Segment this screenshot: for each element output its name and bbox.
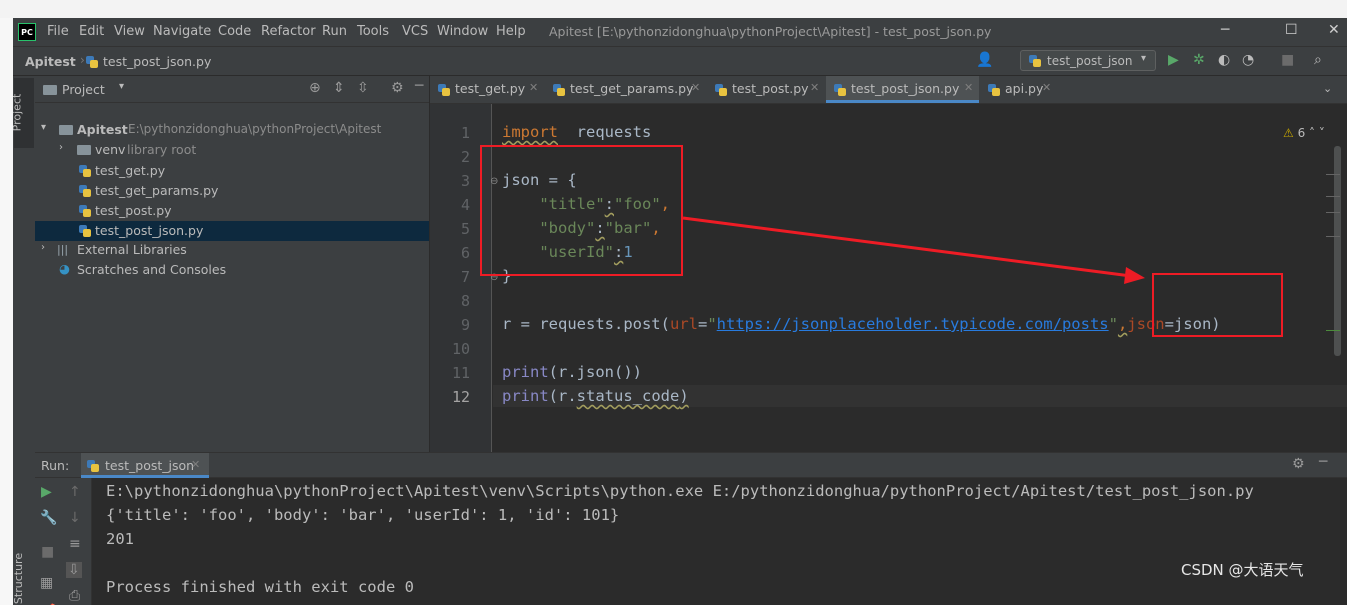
print-icon[interactable]: ⎙ xyxy=(69,588,80,604)
run-panel-label: Run: xyxy=(41,458,70,473)
arrow-down-icon[interactable]: ↓ xyxy=(69,510,81,526)
run-toolbar-right: ↑ ↓ ≡ ⇩ ⎙ xyxy=(61,478,92,605)
console-line: {'title': 'foo', 'body': 'bar', 'userId'… xyxy=(106,506,620,524)
run-toolbar-left: ▶ 🔧 ■ ▦ 📌 xyxy=(35,478,62,605)
rerun-icon[interactable]: ▶ xyxy=(41,484,52,500)
hide-panel-icon[interactable]: ─ xyxy=(1319,454,1327,470)
run-tab[interactable]: test_post_json ✕ xyxy=(81,453,209,478)
scroll-to-end-icon[interactable]: ⇩ xyxy=(66,562,82,578)
close-tab-icon[interactable]: ✕ xyxy=(191,458,200,471)
python-file-icon xyxy=(87,460,99,472)
console-line: E:\pythonzidonghua\pythonProject\Apitest… xyxy=(106,482,1254,500)
background-strip xyxy=(0,0,1347,18)
stop-icon[interactable]: ■ xyxy=(41,544,54,560)
console-output[interactable]: E:\pythonzidonghua\pythonProject\Apitest… xyxy=(92,478,1347,605)
soft-wrap-icon[interactable]: ≡ xyxy=(69,536,81,552)
watermark-text: CSDN @大语天气 xyxy=(1181,561,1304,579)
ide-window: PC File Edit View Navigate Code Refactor… xyxy=(13,18,1347,605)
console-line: 201 xyxy=(106,530,134,548)
wrench-icon[interactable]: 🔧 xyxy=(40,510,57,526)
layout-icon[interactable]: ▦ xyxy=(40,575,53,591)
console-line: Process finished with exit code 0 xyxy=(106,578,414,596)
run-tab-label: test_post_json xyxy=(105,458,195,473)
gear-icon[interactable]: ⚙ xyxy=(1292,456,1305,472)
run-panel-header: Run: test_post_json ✕ ⚙ ─ xyxy=(35,452,1347,478)
arrow-up-icon[interactable]: ↑ xyxy=(69,484,81,500)
background-strip-left xyxy=(0,18,14,605)
